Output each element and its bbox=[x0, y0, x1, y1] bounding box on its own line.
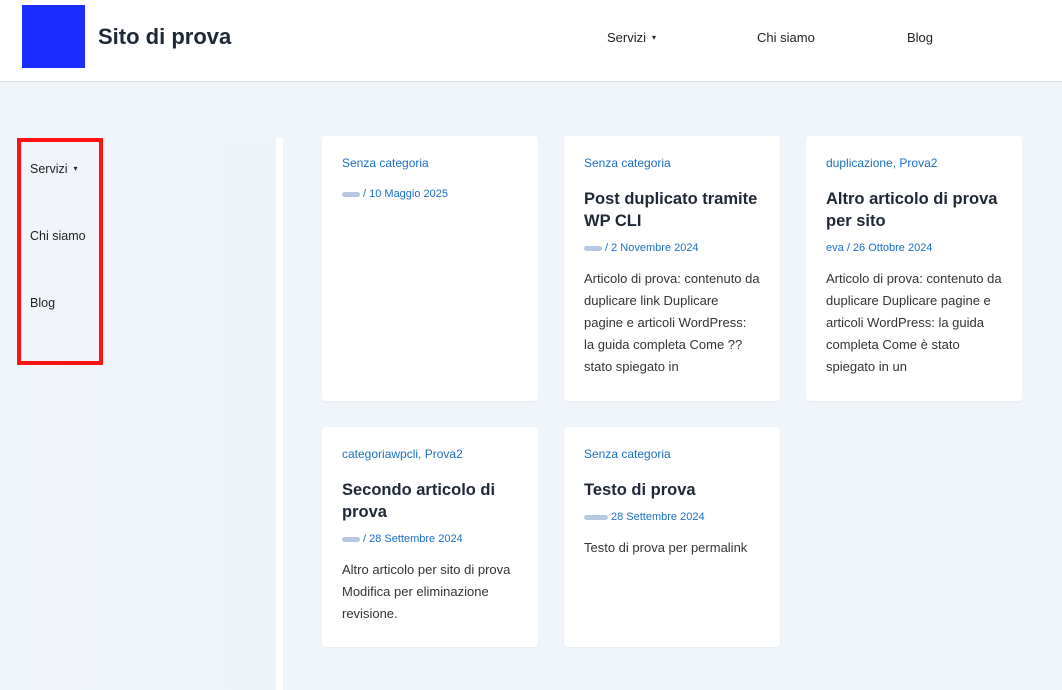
category-link[interactable]: Prova2 bbox=[899, 156, 937, 170]
post-date[interactable]: / 2 Novembre 2024 bbox=[605, 242, 699, 254]
post-excerpt: Testo di prova per permalink bbox=[584, 540, 748, 555]
category-link[interactable]: Senza categoria bbox=[342, 156, 429, 170]
post-card: duplicazione, Prova2 Altro articolo di p… bbox=[806, 136, 1022, 401]
sidebar-item-blog[interactable]: Blog bbox=[30, 296, 55, 310]
post-date[interactable]: / 26 Ottobre 2024 bbox=[847, 242, 933, 254]
post-categories: Senza categoria bbox=[342, 156, 518, 170]
post-meta: eva / 26 Ottobre 2024 bbox=[826, 242, 1002, 254]
post-excerpt: Articolo di prova: contenuto da duplicar… bbox=[584, 271, 760, 374]
content-divider bbox=[276, 138, 283, 690]
site-title[interactable]: Sito di prova bbox=[98, 24, 231, 50]
post-date[interactable]: / 28 Settembre 2024 bbox=[363, 533, 463, 545]
post-title[interactable]: Secondo articolo di prova bbox=[342, 479, 518, 523]
nav-item-servizi[interactable]: Servizi ▾ bbox=[607, 30, 656, 45]
nav-item-blog[interactable]: Blog bbox=[907, 30, 933, 45]
post-title[interactable]: Post duplicato tramite WP CLI bbox=[584, 188, 760, 232]
author-avatar[interactable] bbox=[584, 514, 608, 520]
post-categories: Senza categoria bbox=[584, 447, 760, 461]
nav-item-label: Servizi bbox=[607, 30, 647, 45]
author-avatar[interactable] bbox=[342, 191, 360, 197]
post-meta: / 2 Novembre 2024 bbox=[584, 242, 760, 254]
sidebar-item-servizi[interactable]: Servizi ▾ bbox=[30, 162, 78, 176]
chevron-down-icon: ▾ bbox=[652, 33, 657, 42]
category-link[interactable]: Senza categoria bbox=[584, 447, 671, 461]
site-header: Sito di prova Servizi ▾ Chi siamo Blog bbox=[0, 0, 1062, 82]
chevron-down-icon: ▾ bbox=[73, 164, 78, 173]
post-card: categoriawpcli, Prova2 Secondo articolo … bbox=[322, 427, 538, 647]
author-avatar[interactable] bbox=[584, 245, 602, 251]
category-link[interactable]: Prova2 bbox=[425, 447, 463, 461]
post-excerpt: Articolo di prova: contenuto da duplicar… bbox=[826, 271, 1002, 374]
post-date[interactable]: / 10 Maggio 2025 bbox=[363, 188, 448, 200]
category-link[interactable]: categoriawpcli, bbox=[342, 447, 421, 461]
post-author[interactable]: eva bbox=[826, 242, 844, 254]
nav-item-chi-siamo[interactable]: Chi siamo bbox=[757, 30, 815, 45]
post-excerpt: Altro articolo per sito di prova Modific… bbox=[342, 562, 511, 621]
site-logo[interactable] bbox=[22, 5, 85, 68]
sidebar-item-chi-siamo[interactable]: Chi siamo bbox=[30, 229, 86, 243]
post-meta: / 10 Maggio 2025 bbox=[342, 188, 518, 200]
category-link[interactable]: Senza categoria bbox=[584, 156, 671, 170]
post-title[interactable]: Testo di prova bbox=[584, 479, 760, 501]
post-categories: categoriawpcli, Prova2 bbox=[342, 447, 518, 461]
post-categories: duplicazione, Prova2 bbox=[826, 156, 1002, 170]
sidebar-item-label: Servizi bbox=[30, 162, 68, 176]
post-card: Senza categoria / 10 Maggio 2025 bbox=[322, 136, 538, 401]
post-meta: / 28 Settembre 2024 bbox=[342, 533, 518, 545]
post-categories: Senza categoria bbox=[584, 156, 760, 170]
post-card: Senza categoria Testo di prova 28 Settem… bbox=[564, 427, 780, 647]
category-link[interactable]: duplicazione, bbox=[826, 156, 896, 170]
author-avatar[interactable] bbox=[342, 536, 360, 542]
post-meta: 28 Settembre 2024 bbox=[584, 511, 760, 523]
post-title[interactable]: Altro articolo di prova per sito bbox=[826, 188, 1002, 232]
post-date[interactable]: 28 Settembre 2024 bbox=[611, 511, 705, 523]
post-card: Senza categoria Post duplicato tramite W… bbox=[564, 136, 780, 401]
